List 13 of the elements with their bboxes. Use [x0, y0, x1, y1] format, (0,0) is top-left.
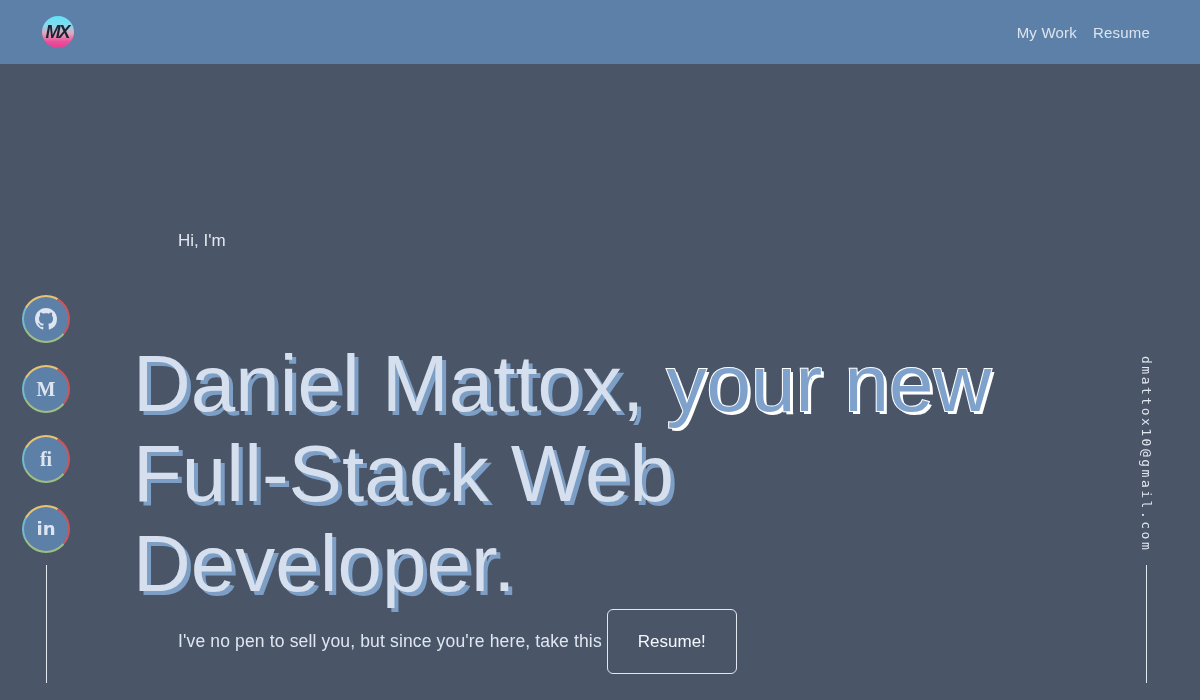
cat-icon	[35, 308, 57, 330]
nav-link[interactable]: Resume	[1092, 23, 1150, 41]
resume-button[interactable]: Resume!	[606, 609, 737, 674]
social-link[interactable]	[22, 295, 70, 343]
email-link[interactable]: dmattox10@gmail.com	[1139, 355, 1153, 552]
greeting-text: Hi, I'm	[178, 230, 226, 252]
nav-link[interactable]: My Work	[1016, 23, 1077, 41]
tagline-text: I've no pen to sell you, but since you're here, take this	[178, 631, 602, 652]
headline: Daniel Mattox, your new Full-Stack Web Developer.	[133, 339, 993, 609]
social-link[interactable]: fi	[22, 435, 70, 483]
social-link[interactable]: in	[22, 505, 70, 553]
logo[interactable]: MX	[42, 16, 74, 48]
social-link[interactable]: M	[22, 365, 70, 413]
